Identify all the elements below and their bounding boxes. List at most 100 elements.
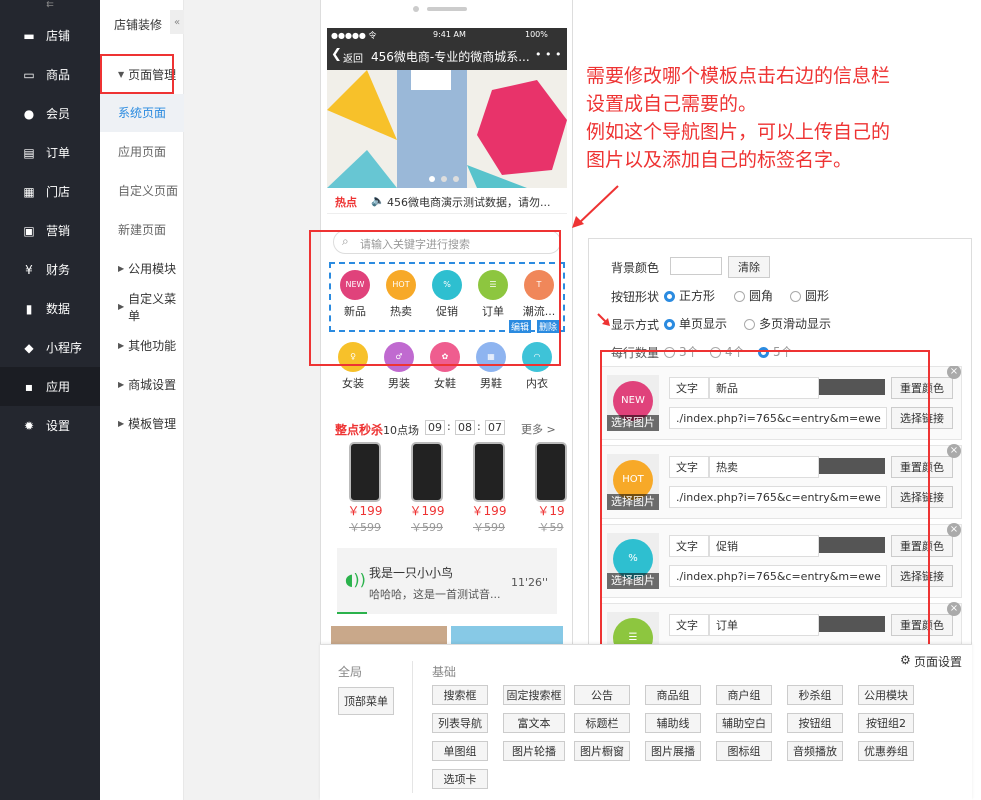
annotation-line: 图片以及添加自己的标签名字。 [586,149,853,171]
sidebar-item-label: 财务 [46,263,71,277]
component-button[interactable]: 优惠券组 [858,741,914,761]
product-price: ￥19 [537,504,565,518]
sidebar-item[interactable]: ¥ 财务 [0,250,100,289]
audio-progress[interactable] [337,612,367,614]
sidebar-item[interactable]: ● 会员 [0,94,100,133]
sub-sidebar-item[interactable]: ▶ 公用模块 [100,249,184,287]
component-button[interactable]: 单图组 [432,741,488,761]
clear-button[interactable]: 清除 [728,256,770,278]
radio-icon[interactable] [734,291,745,302]
component-button[interactable]: 辅助空白 [716,713,772,733]
component-button[interactable]: 按钮组2 [858,713,914,733]
countdown-minutes: 08 [455,420,475,435]
radio-icon[interactable] [664,291,675,302]
sidebar-item[interactable]: ▤ 订单 [0,133,100,172]
product-card[interactable]: ￥19 ￥59 [523,442,579,535]
radio-option[interactable]: 圆角 [734,287,773,304]
sub-sidebar-item[interactable]: 自定义页面 [100,171,184,209]
sub-sidebar-item[interactable]: ▶ 模板管理 [100,404,184,442]
radio-option[interactable]: 多页滑动显示 [744,315,831,332]
display-label: 显示方式 [611,318,660,332]
close-icon[interactable]: × [947,366,961,379]
apps-icon: ▪ [24,379,34,394]
component-button[interactable]: 商户组 [716,685,772,705]
radio-option[interactable]: 单页显示 [664,315,727,332]
store-icon: ▬ [23,28,35,43]
carousel-dot[interactable] [441,176,447,182]
component-button[interactable]: 辅助线 [645,713,701,733]
main-sidebar: ⇇ ▬ 店铺 ▭ 商品 ● 会员 ▤ 订单 ▦ 门店 ▣ 营销 ¥ 财务 ▮ 数据 ◆ 小程序 ▪ 应用 ✹ 设置 [0,0,100,800]
bg-color-picker[interactable] [670,257,722,275]
sidebar-item[interactable]: ▦ 门店 [0,172,100,211]
component-button[interactable]: 图标组 [716,741,772,761]
shop-icon: ▦ [23,184,35,199]
sidebar-item[interactable]: ▬ 店铺 [0,16,100,55]
product-card[interactable]: ￥199 ￥599 [461,442,517,535]
close-icon[interactable]: × [947,444,961,458]
product-card[interactable]: ￥199 ￥599 [337,442,393,535]
close-icon[interactable]: × [947,602,961,616]
sub-sidebar-item[interactable]: ▶ 自定义菜单 [100,288,184,326]
back-chevron-icon[interactable]: ❮ [331,47,342,62]
sidebar-item-label: 会员 [46,107,71,121]
sub-sidebar-item-label: 模板管理 [128,416,177,431]
highlight-box [100,54,174,94]
component-button[interactable]: 按钮组 [787,713,843,733]
component-button[interactable]: 音频播放 [787,741,843,761]
sidebar-item[interactable]: ▭ 商品 [0,55,100,94]
component-button[interactable]: 搜索框 [432,685,488,705]
product-card[interactable]: ￥199 ￥599 [399,442,455,535]
top-menu-button[interactable]: 顶部菜单 [338,687,394,715]
menu-toggle-icon[interactable]: ⇇ [0,0,100,12]
sidebar-item[interactable]: ◆ 小程序 [0,328,100,367]
audio-desc: 哈哈哈，这是一首测试音... [369,588,501,601]
sub-sidebar-item[interactable]: 应用页面 [100,133,184,171]
sub-sidebar-item[interactable]: ▶ 其他功能 [100,327,184,365]
component-button[interactable]: 公用模块 [858,685,914,705]
battery-status: 100% [525,30,548,39]
sidebar-item[interactable]: ▮ 数据 [0,289,100,328]
banner-carousel[interactable] [327,70,567,188]
sidebar-item[interactable]: ✹ 设置 [0,406,100,445]
radio-icon[interactable] [790,291,801,302]
basic-label: 基础 [432,665,457,679]
component-button[interactable]: 标题栏 [574,713,630,733]
sub-sidebar-item[interactable]: 系统页面 [100,93,184,132]
radio-option[interactable]: 正方形 [664,287,715,304]
back-label[interactable]: 返回 [343,50,363,65]
component-button[interactable]: 公告 [574,685,630,705]
collapse-icon[interactable]: « [170,10,184,34]
component-button[interactable]: 图片轮播 [503,741,565,761]
sidebar-item[interactable]: ▪ 应用 [0,367,100,406]
radio-option[interactable]: 圆形 [790,287,829,304]
carousel-dot[interactable] [429,176,435,182]
radio-label: 单页显示 [679,317,728,331]
carousel-dot[interactable] [453,176,459,182]
more-icon[interactable]: • • • [535,48,561,61]
component-button[interactable]: 商品组 [645,685,701,705]
radio-icon[interactable] [664,319,675,330]
close-icon[interactable]: × [947,523,961,537]
sidebar-item-label: 商品 [46,68,71,82]
sub-sidebar-item[interactable]: 新建页面 [100,210,184,248]
news-bar[interactable]: 热点 🔈 456微电商演示测试数据，请勿... [327,190,567,214]
sidebar-item[interactable]: ▣ 营销 [0,211,100,250]
radio-icon[interactable] [744,319,755,330]
component-panel: ⚙ 页面设置 全局 顶部菜单 基础 搜索框 固定搜索框 公告 商品组 商户组 秒杀组 公用模… [320,644,972,800]
component-button[interactable]: 图片展播 [645,741,701,761]
flash-sale-more[interactable]: 更多 > [521,421,556,437]
sub-sidebar-item[interactable]: ▶ 商城设置 [100,365,184,403]
audio-wave-icon[interactable]: ◖)) [345,570,366,589]
component-button[interactable]: 图片橱窗 [574,741,630,761]
sub-sidebar-item-label: 新建页面 [118,222,167,237]
audio-player[interactable]: ◖)) 我是一只小小鸟 哈哈哈，这是一首测试音... 11'26'' [337,548,557,614]
page-settings-link[interactable]: 页面设置 [914,653,962,670]
component-button[interactable]: 秒杀组 [787,685,843,705]
gear-icon[interactable]: ⚙ [900,653,911,667]
annotation-line: 需要修改哪个模板点击右边的信息栏 [586,65,891,87]
component-button[interactable]: 列表导航 [432,713,488,733]
component-button[interactable]: 富文本 [503,713,565,733]
component-button[interactable]: 固定搜索框 [503,685,565,705]
component-button[interactable]: 选项卡 [432,769,488,789]
chevron-icon: ▶ [118,379,125,389]
